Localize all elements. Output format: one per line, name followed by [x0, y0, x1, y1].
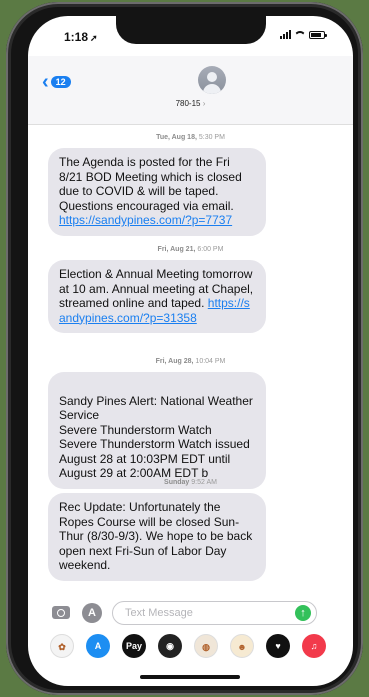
wifi-icon: [295, 31, 305, 39]
status-time: 1:18 ➚: [64, 30, 98, 44]
messages-screen: 1:18 ➚ ‹ 12 780-15 › Tue, Aug 18, 5:30 PM: [28, 16, 353, 686]
message-input[interactable]: Text Message ↑: [112, 601, 317, 625]
digital-touch-icon[interactable]: ♥: [266, 634, 290, 658]
apple-pay-icon[interactable]: Pay: [122, 634, 146, 658]
app-store-icon[interactable]: A: [86, 634, 110, 658]
message-text: The Agenda is posted for the Fri 8/21 BO…: [59, 155, 242, 213]
home-indicator[interactable]: [140, 675, 240, 679]
timestamp: Tue, Aug 18, 5:30 PM: [156, 134, 225, 141]
message-bubble[interactable]: Election & Annual Meeting tomorrow at 10…: [48, 260, 266, 333]
timestamp: Fri, Aug 28, 10:04 PM: [155, 358, 226, 365]
message-text: Sandy Pines Alert: National Weather Serv…: [59, 393, 253, 481]
animoji-icon[interactable]: ☻: [230, 634, 254, 658]
location-icon: ➚: [90, 33, 98, 43]
imessage-app-strip: ✿ A Pay ◉ ◍ ☻ ♥ ♫: [28, 632, 353, 662]
contact-name-text: 780-15: [175, 99, 201, 108]
message-text: Rec Update: Unfortunately the Ropes Cour…: [59, 500, 253, 572]
photos-icon[interactable]: ✿: [50, 634, 74, 658]
timestamp: Sunday 9:52 AM: [164, 479, 217, 486]
battery-icon: [309, 30, 327, 39]
signal-icon: [280, 30, 291, 39]
contact-name[interactable]: 780-15 ›: [28, 99, 353, 108]
phone-frame: 1:18 ➚ ‹ 12 780-15 › Tue, Aug 18, 5:30 PM: [6, 2, 363, 695]
status-time-text: 1:18: [64, 30, 89, 44]
status-icons: [280, 30, 327, 39]
contact-avatar[interactable]: [198, 66, 226, 94]
app-store-button[interactable]: A: [82, 603, 102, 623]
timestamp: Fri, Aug 21, 6:00 PM: [157, 246, 224, 253]
message-bubble[interactable]: Rec Update: Unfortunately the Ropes Cour…: [48, 493, 266, 581]
compose-bar: A Text Message ↑: [28, 596, 353, 632]
message-bubble[interactable]: The Agenda is posted for the Fri 8/21 BO…: [48, 148, 266, 236]
camera-effects-icon[interactable]: ◉: [158, 634, 182, 658]
camera-icon[interactable]: [52, 606, 70, 619]
message-link[interactable]: https://sandypines.com/?p=7737: [59, 213, 232, 227]
conversation-header: ‹ 12 780-15 ›: [28, 56, 353, 125]
chevron-right-icon: ›: [202, 99, 206, 108]
memoji-icon[interactable]: ◍: [194, 634, 218, 658]
back-button[interactable]: ‹ 12: [42, 72, 71, 92]
message-input-placeholder: Text Message: [125, 607, 193, 619]
message-thread[interactable]: Tue, Aug 18, 5:30 PM The Agenda is poste…: [28, 124, 353, 594]
music-icon[interactable]: ♫: [302, 634, 326, 658]
unread-badge: 12: [50, 76, 71, 88]
chevron-left-icon: ‹: [42, 71, 49, 93]
send-icon[interactable]: ↑: [295, 605, 311, 621]
notch: [116, 16, 266, 44]
message-bubble[interactable]: Sandy Pines Alert: National Weather Serv…: [48, 372, 266, 489]
